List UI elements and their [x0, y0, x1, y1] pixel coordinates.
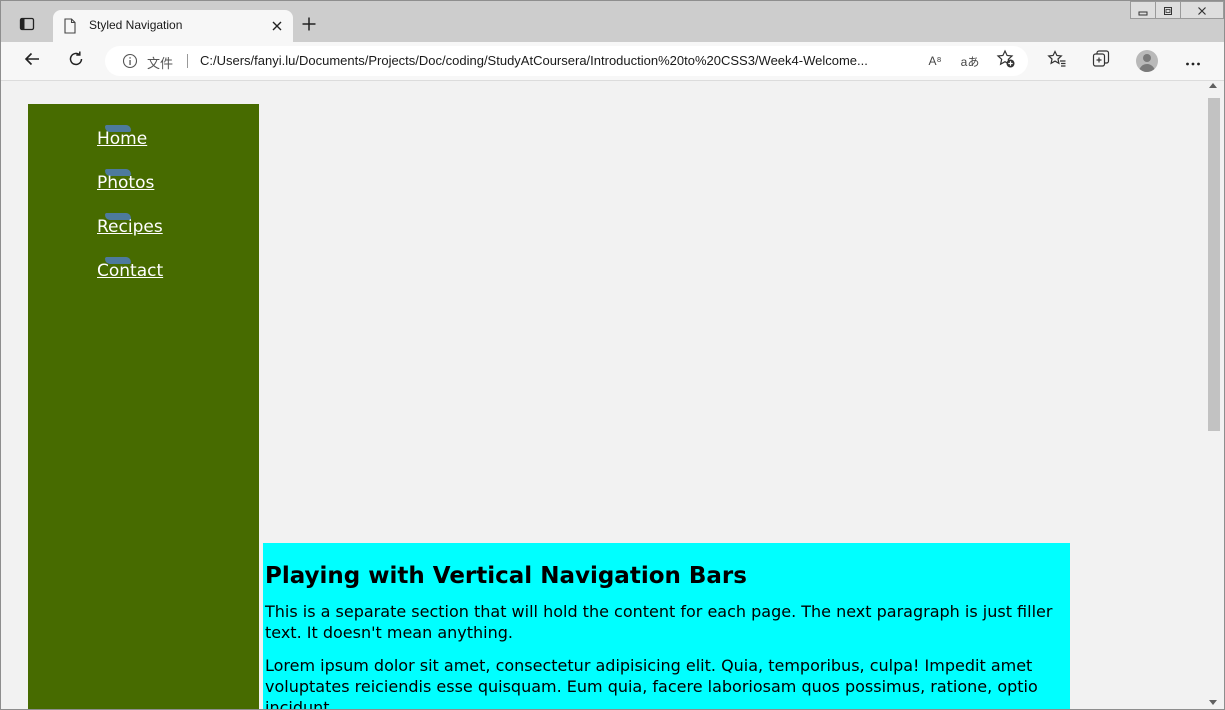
vertical-scrollbar[interactable] [1205, 81, 1224, 709]
page-viewport: Home Photos Recipes Contact Playing with… [1, 81, 1205, 709]
info-icon[interactable] [122, 53, 138, 73]
vertical-nav-bar: Home Photos Recipes Contact [28, 104, 259, 709]
back-arrow-icon [23, 50, 41, 72]
content-paragraph-intro: This is a separate section that will hol… [265, 602, 1053, 642]
refresh-icon [67, 50, 85, 72]
restore-icon [1163, 1, 1173, 20]
collections-button[interactable] [1088, 48, 1114, 74]
close-window-button[interactable] [1180, 1, 1224, 19]
read-aloud-icon: A⁸ [928, 54, 942, 68]
back-button[interactable] [19, 48, 45, 74]
tab-title: Styled Navigation [89, 18, 183, 32]
nav-link-recipes[interactable]: Recipes [97, 213, 163, 237]
scroll-up-arrow-icon[interactable] [1209, 83, 1217, 88]
nav-link-home[interactable]: Home [97, 125, 148, 149]
nav-link-label: Home [97, 129, 148, 149]
restore-button[interactable] [1155, 1, 1181, 19]
scroll-thumb[interactable] [1208, 98, 1220, 431]
nav-link-photos[interactable]: Photos [97, 169, 155, 193]
star-add-icon [996, 49, 1016, 73]
address-separator [187, 54, 188, 68]
tab-styled-navigation[interactable]: Styled Navigation [53, 10, 293, 42]
address-bar[interactable]: 文件 C:/Users/fanyi.lu/Documents/Projects/… [105, 46, 1028, 76]
favorites-icon [1047, 49, 1067, 73]
content-section: Playing with Vertical Navigation Bars Th… [263, 543, 1070, 709]
nav-link-label: Recipes [97, 217, 163, 237]
close-window-icon [1197, 1, 1207, 20]
plus-icon [301, 16, 317, 36]
new-tab-button[interactable] [298, 15, 320, 37]
nav-link-label: Contact [97, 261, 164, 281]
url-text[interactable]: C:/Users/fanyi.lu/Documents/Projects/Doc… [200, 53, 920, 68]
nav-link-label: Photos [97, 173, 155, 193]
content-heading: Playing with Vertical Navigation Bars [265, 563, 747, 589]
add-favorite-button[interactable] [996, 49, 1016, 73]
nav-link-contact[interactable]: Contact [97, 257, 164, 281]
close-icon [271, 17, 283, 36]
profile-avatar-icon [1136, 50, 1158, 72]
tab-close-button[interactable] [269, 18, 285, 34]
favorites-button[interactable] [1044, 48, 1070, 74]
tab-actions-icon [19, 16, 35, 36]
file-label: 文件 [147, 57, 174, 72]
tab-strip: Styled Navigation [1, 1, 1224, 42]
tab-actions-button[interactable] [13, 13, 41, 39]
window-controls [1130, 1, 1224, 19]
refresh-button[interactable] [63, 48, 89, 74]
profile-button[interactable] [1134, 48, 1160, 74]
more-button[interactable] [1180, 48, 1206, 74]
browser-window: Styled Navigation 文件 C:/Users/fanyi.lu/D… [0, 0, 1225, 710]
read-aloud-button[interactable]: A⁸ [925, 51, 945, 71]
scroll-down-arrow-icon[interactable] [1209, 700, 1217, 705]
browser-toolbar: 文件 C:/Users/fanyi.lu/Documents/Projects/… [1, 42, 1224, 81]
minimize-button[interactable] [1130, 1, 1156, 19]
collections-icon [1091, 49, 1111, 73]
translate-button[interactable]: aあ [960, 51, 980, 71]
content-paragraph-filler: Lorem ipsum dolor sit amet, consectetur … [265, 656, 1038, 709]
translate-icon: aあ [960, 54, 980, 69]
document-icon [63, 18, 77, 38]
minimize-icon [1138, 1, 1148, 20]
more-icon [1185, 52, 1201, 71]
